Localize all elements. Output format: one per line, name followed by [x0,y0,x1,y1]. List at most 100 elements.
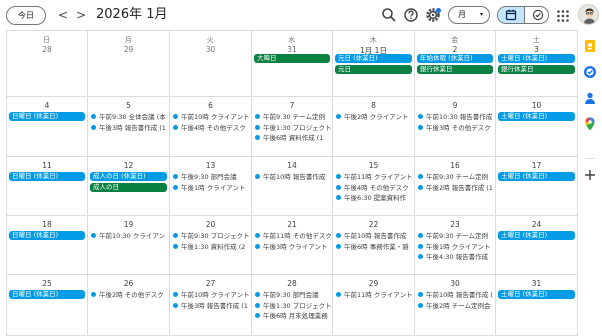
day-number[interactable]: 29 [88,45,169,54]
all-day-event[interactable]: 土曜日 (休業日) [498,290,575,299]
maps-icon[interactable] [582,116,598,132]
all-day-event[interactable]: 日曜日 (休業日) [9,112,85,121]
day-number[interactable]: 29 [333,279,414,288]
timed-event[interactable]: 午前10時 クライアント [173,112,250,122]
day-number[interactable]: 3 [496,45,577,54]
day-number[interactable]: 18 [7,220,87,229]
timed-event[interactable]: 午後3時 報告書作成 (1 [91,123,168,133]
day-cell[interactable]: 日 28 [7,30,88,97]
all-day-event[interactable]: 土曜日 (休業日) [498,54,575,63]
day-cell[interactable]: 金2 [415,30,496,97]
day-number[interactable]: 13 [170,161,251,170]
contacts-icon[interactable] [582,90,598,106]
day-cell[interactable]: 14 [252,157,333,216]
all-day-event[interactable]: 大晦日 [254,54,330,63]
apps-grid-icon[interactable] [556,8,570,22]
day-number[interactable]: 5 [88,101,169,110]
day-number[interactable]: 25 [7,279,87,288]
timed-event[interactable]: 午後3時 報告書作成 (1 [173,301,250,311]
timed-event[interactable]: 午前10:30 報告書作成 [418,112,494,122]
timed-event[interactable]: 午後2時 その他デスク [91,290,168,300]
timed-event[interactable]: 午前10時 報告書作成 [255,172,331,182]
timed-event[interactable]: 午後6時 月末処理業務 [255,311,331,321]
day-number[interactable]: 30 [170,45,251,54]
day-number[interactable]: 7 [252,101,332,110]
timed-event[interactable]: 午後1時 クライアント [418,242,494,252]
day-cell[interactable]: 4 [7,97,88,157]
timed-event[interactable]: 午後6時 事務作業・雑 [336,242,413,252]
help-icon[interactable] [401,5,421,25]
timed-event[interactable]: 午後2時 クライアント [336,112,413,122]
timed-event[interactable]: 午前9:30 プロジェクト [173,231,250,241]
day-cell[interactable]: 19 [88,216,170,275]
day-number[interactable]: 2 [415,45,495,54]
day-number[interactable]: 27 [170,279,251,288]
timed-event[interactable]: 午後3時 クライアント [255,242,331,252]
timed-event[interactable]: 午前10:30 クライアン [91,231,168,241]
day-cell[interactable]: 11 [7,157,88,216]
all-day-event[interactable]: 日曜日 (休業日) [9,290,85,299]
timed-event[interactable]: 午前10時 報告書作成 [336,231,413,241]
timed-event[interactable]: 午後4:30 報告書作成 [418,252,494,262]
all-day-event[interactable]: 元日 [335,64,412,74]
search-icon[interactable] [379,5,399,25]
keep-icon[interactable] [582,38,598,54]
next-month-button[interactable]: > [74,6,88,24]
day-number[interactable]: 16 [415,161,495,170]
timed-event[interactable]: 午前11時 クライアント [336,172,413,182]
day-number[interactable]: 30 [415,279,495,288]
day-cell[interactable]: 26 [88,275,170,336]
day-number[interactable]: 6 [170,101,251,110]
all-day-event[interactable]: 土曜日 (休業日) [498,172,575,181]
day-cell[interactable]: 土3 [496,30,578,97]
timed-event[interactable]: 午後4時 その他デスク [336,183,413,193]
prev-month-button[interactable]: < [56,6,70,24]
day-number[interactable]: 15 [333,161,414,170]
day-cell[interactable]: 月 29 [88,30,170,97]
day-cell[interactable]: 木 1月 1日 [333,30,415,97]
all-day-event[interactable]: 銀行休業日 [417,64,493,74]
timed-event[interactable]: 午前9:30 チーム定例 [418,231,494,241]
timed-event[interactable]: 午前10時 クライアント [173,290,250,300]
timed-event[interactable]: 午後2時 チーム定例会 [418,301,494,311]
day-number[interactable]: 28 [7,45,87,54]
add-icon[interactable] [582,167,598,183]
all-day-event[interactable]: 日曜日 (休業日) [9,231,85,240]
day-cell[interactable]: 24 [496,216,578,275]
day-cell[interactable]: 18 [7,216,88,275]
timed-event[interactable]: 午前9:30 チーム定例 [418,172,494,182]
day-number[interactable]: 24 [496,220,577,229]
timed-event[interactable]: 午後3時 その他デスク [418,123,494,133]
timed-event[interactable]: 午後6時 資料作成 (1 [255,133,331,143]
timed-event[interactable]: 午後1:30 プロジェクト [255,123,331,133]
day-number[interactable]: 17 [496,161,577,170]
day-number[interactable]: 31 [252,45,332,54]
tasks-icon[interactable] [582,64,598,80]
timed-event[interactable]: 午後1:30 資料作成 (2 [173,242,250,252]
day-number[interactable]: 19 [88,220,169,229]
timed-event[interactable]: 午前10時 報告書作成 ( [418,290,494,300]
timed-event[interactable]: 午後1:30 プロジェクト [255,301,331,311]
timed-event[interactable]: 午前9:30 チーム定例 [255,112,331,122]
day-cell[interactable]: 10 [496,97,578,157]
day-number[interactable]: 23 [415,220,495,229]
day-cell[interactable]: 火 30 [170,30,252,97]
day-cell[interactable]: 25 [7,275,88,336]
day-cell[interactable]: 31 [496,275,578,336]
day-number[interactable]: 20 [170,220,251,229]
avatar[interactable] [578,4,599,25]
day-cell[interactable]: 8 [333,97,415,157]
day-number[interactable]: 4 [7,101,87,110]
day-cell[interactable]: 水 31 [252,30,333,97]
day-cell[interactable]: 29 [333,275,415,336]
timed-event[interactable]: 午前9:30 部門会議 [255,290,331,300]
timed-event[interactable]: 午後4時 その他デスク [173,123,250,133]
all-day-event[interactable]: 土曜日 (休業日) [498,112,575,121]
day-number[interactable]: 21 [252,220,332,229]
tasks-view-button[interactable] [524,7,548,23]
day-number[interactable]: 22 [333,220,414,229]
day-number[interactable]: 11 [7,161,87,170]
calendar-view-button[interactable] [498,7,524,23]
all-day-event[interactable]: 銀行休業日 [498,64,575,74]
day-number[interactable]: 10 [496,101,577,110]
